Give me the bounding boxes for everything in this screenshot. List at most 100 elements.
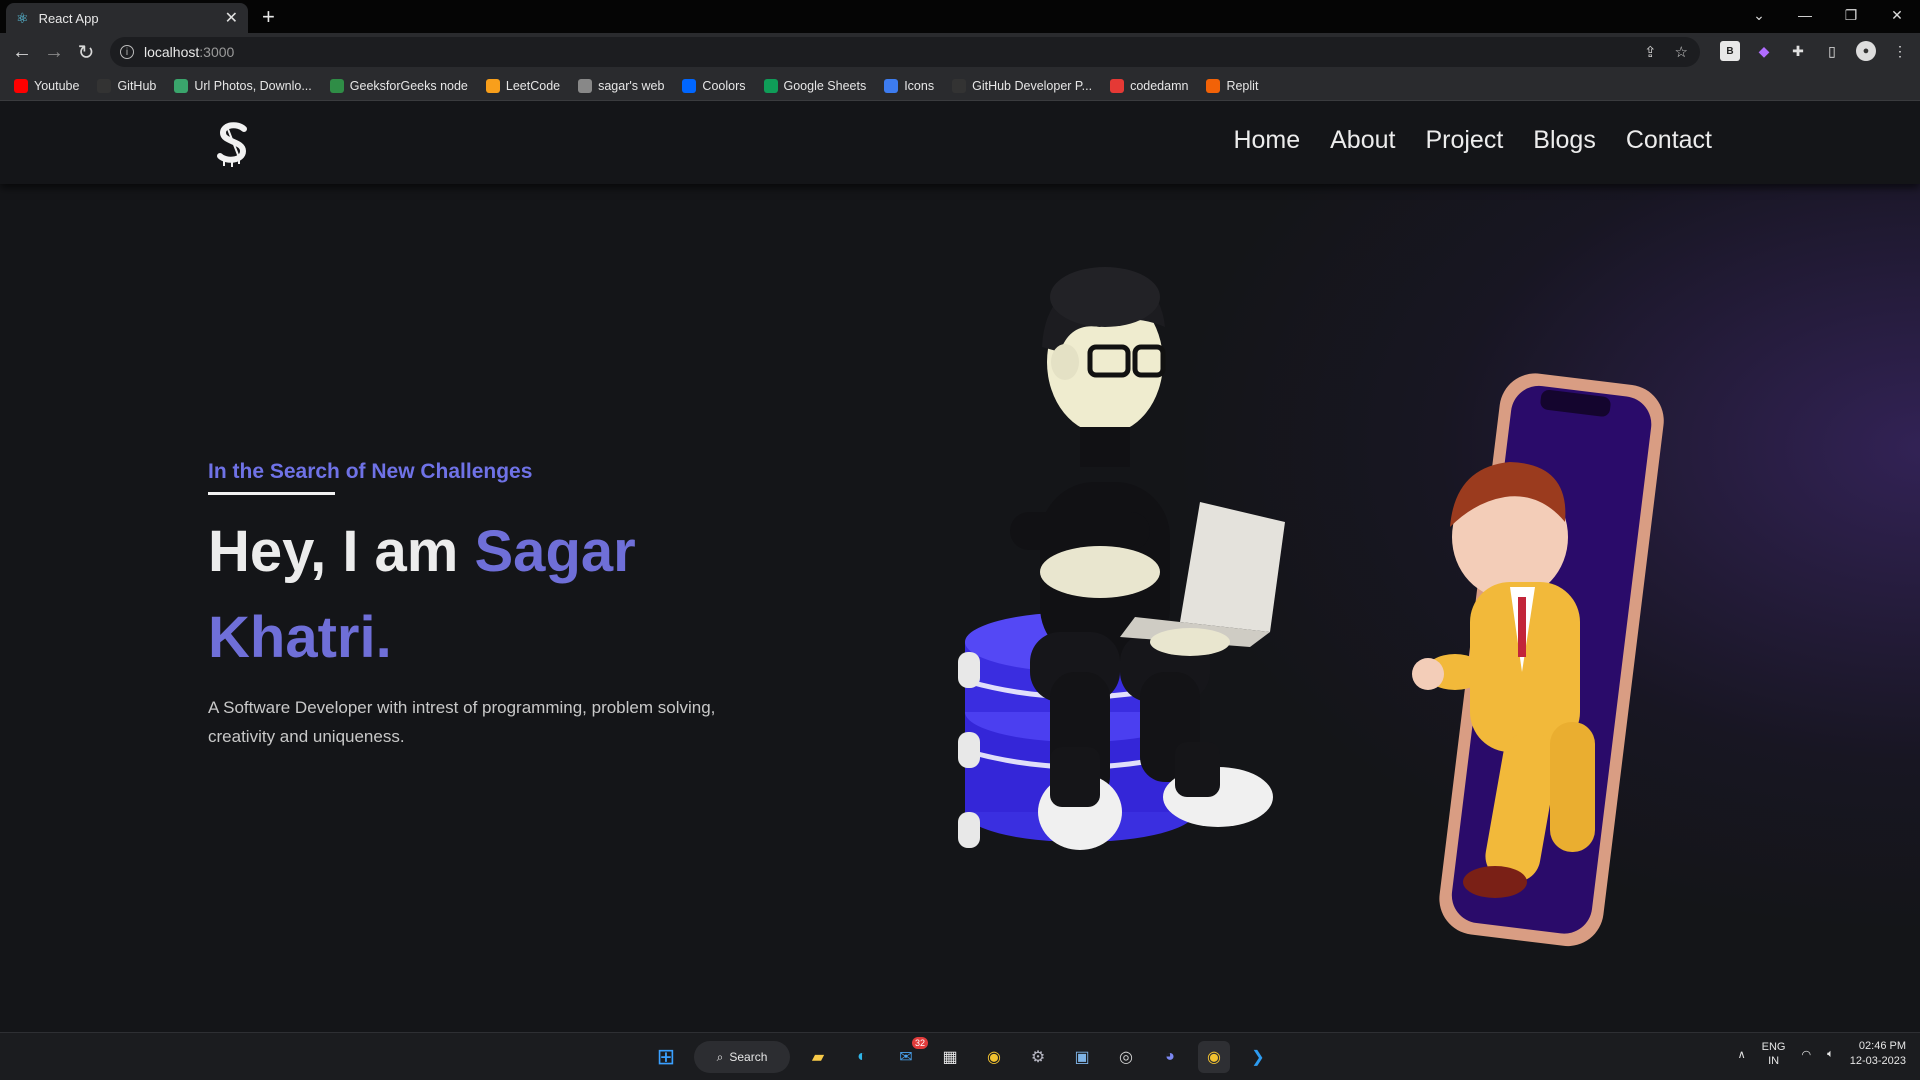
- coolors-icon: [682, 78, 697, 93]
- bookmark-label: Url Photos, Downlo...: [194, 78, 312, 93]
- gfg-icon: [329, 78, 344, 93]
- microsoft-store-icon[interactable]: ▦: [934, 1041, 966, 1073]
- sheets-icon: [763, 78, 778, 93]
- chrome-active-icon[interactable]: ◉: [1198, 1041, 1230, 1073]
- mail-icon[interactable]: ✉ 32: [890, 1037, 928, 1073]
- extension-gradient-icon[interactable]: ◆: [1754, 41, 1774, 61]
- browser-toolbar: ← → ↻ i localhost:3000 ⇪ ☆ B ◆ ✚ ▯ ● ⋮: [0, 33, 1920, 71]
- vscode-icon[interactable]: ❯: [1242, 1041, 1274, 1073]
- new-tab-icon[interactable]: +: [262, 4, 275, 30]
- address-bar[interactable]: i localhost:3000 ⇪ ☆: [110, 37, 1700, 67]
- bookmark-label: GitHub Developer P...: [972, 78, 1093, 93]
- nav-contact-link[interactable]: Contact: [1626, 126, 1712, 155]
- nav-about-link[interactable]: About: [1330, 126, 1395, 155]
- youtube-icon: [14, 78, 28, 93]
- nav-home-link[interactable]: Home: [1233, 126, 1300, 155]
- bookmark-label: Replit: [1226, 78, 1259, 93]
- hero-section: In the Search of New Challenges Hey, I a…: [208, 460, 828, 751]
- bookmark-label: GitHub: [117, 78, 157, 93]
- hero-tagline: In the Search of New Challenges: [208, 460, 533, 483]
- bookmark-item[interactable]: Coolors: [682, 78, 746, 93]
- taskbar-search-button[interactable]: ⌕ Search: [694, 1041, 790, 1073]
- window-controls: ⌄ — ❐ ✕: [1736, 0, 1920, 30]
- edge-browser-icon[interactable]: ◐: [846, 1041, 878, 1073]
- tray-overflow-chevron-icon[interactable]: ∧: [1738, 1048, 1746, 1061]
- bookmark-item[interactable]: sagar's web: [578, 78, 665, 93]
- main-nav: Home About Project Blogs Contact: [1233, 126, 1712, 155]
- site-info-icon[interactable]: i: [120, 45, 134, 59]
- file-explorer-icon[interactable]: ▰: [802, 1041, 834, 1073]
- flag-icon: [884, 78, 899, 93]
- mail-badge: 32: [911, 1037, 928, 1049]
- back-icon[interactable]: ←: [6, 41, 38, 64]
- site-header: Home About Project Blogs Contact: [0, 102, 1920, 184]
- minimize-icon[interactable]: —: [1782, 7, 1828, 23]
- extension-b-icon[interactable]: B: [1720, 41, 1740, 61]
- bookmark-label: LeetCode: [505, 78, 561, 93]
- bookmark-item[interactable]: GitHub: [97, 78, 157, 93]
- obs-icon[interactable]: ◎: [1110, 1041, 1142, 1073]
- bookmark-item[interactable]: LeetCode: [485, 78, 561, 93]
- url-port: :3000: [199, 44, 235, 60]
- clock-time: 02:46 PM: [1858, 1040, 1906, 1052]
- windows-taskbar: ⊞ ⌕ Search ▰ ◐ ✉ 32 ▦ ◉ ⚙ ▣ ◎ ◕ ◉ ❯ ∧ ENG…: [0, 1032, 1920, 1080]
- extension-icons: B ◆ ✚ ▯ ● ⋮: [1720, 41, 1910, 61]
- bookmark-item[interactable]: Google Sheets: [763, 78, 867, 93]
- share-icon[interactable]: ⇪: [1644, 43, 1657, 61]
- browser-tab[interactable]: ⚛ React App ✕: [6, 3, 248, 33]
- close-tab-icon[interactable]: ✕: [225, 8, 238, 28]
- bookmark-item[interactable]: Youtube: [14, 78, 80, 93]
- heading-prefix: Hey, I am: [208, 519, 475, 584]
- bookmark-label: sagar's web: [598, 78, 665, 93]
- bookmark-label: Google Sheets: [783, 78, 867, 93]
- tab-search-icon[interactable]: ⌄: [1736, 7, 1782, 24]
- chrome-icon[interactable]: ◉: [978, 1041, 1010, 1073]
- bookmark-item[interactable]: GitHub Developer P...: [952, 78, 1093, 93]
- search-icon: ⌕: [716, 1049, 724, 1064]
- leetcode-icon: [485, 78, 500, 93]
- bookmark-label: codedamn: [1130, 78, 1189, 93]
- bookmark-item[interactable]: GeeksforGeeks node: [329, 78, 468, 93]
- menu-kebab-icon[interactable]: ⋮: [1890, 41, 1910, 61]
- bookmark-item[interactable]: Replit: [1206, 78, 1259, 93]
- discord-icon[interactable]: ◕: [1154, 1041, 1186, 1073]
- reload-icon[interactable]: ↻: [70, 40, 102, 65]
- system-tray: ∧ ENG IN ◠ 🔈︎ 02:46 PM 12-03-2023: [1738, 1039, 1906, 1069]
- url-host: localhost: [144, 44, 200, 60]
- replit-icon: [1206, 78, 1221, 93]
- wifi-icon[interactable]: ◠: [1802, 1048, 1812, 1061]
- forward-icon[interactable]: →: [38, 41, 70, 64]
- bookmark-label: Coolors: [702, 78, 746, 93]
- profile-avatar-icon[interactable]: ●: [1856, 41, 1876, 61]
- settings-gear-icon[interactable]: ⚙: [1022, 1041, 1054, 1073]
- extensions-puzzle-icon[interactable]: ✚: [1788, 41, 1808, 61]
- close-window-icon[interactable]: ✕: [1874, 7, 1920, 24]
- tab-title: React App: [38, 10, 99, 26]
- bookmark-label: Youtube: [34, 78, 80, 93]
- language-indicator[interactable]: ENG IN: [1762, 1040, 1786, 1068]
- github-icon: [97, 78, 112, 93]
- site-logo-icon[interactable]: [212, 120, 254, 168]
- clock[interactable]: 02:46 PM 12-03-2023: [1850, 1039, 1906, 1069]
- bookmark-item[interactable]: codedamn: [1110, 78, 1189, 93]
- hero-heading: Hey, I am Sagar Khatri.: [208, 509, 828, 681]
- volume-icon[interactable]: 🔈︎: [1827, 1048, 1834, 1061]
- globe-icon: [578, 78, 593, 93]
- clock-date: 12-03-2023: [1849, 1055, 1906, 1067]
- photos-icon[interactable]: ▣: [1066, 1041, 1098, 1073]
- side-panel-icon[interactable]: ▯: [1822, 41, 1842, 61]
- hero-illustration: [958, 267, 1664, 947]
- bookmark-item[interactable]: Icons: [884, 78, 934, 93]
- bookmark-item[interactable]: Url Photos, Downlo...: [174, 78, 312, 93]
- nav-blogs-link[interactable]: Blogs: [1533, 126, 1596, 155]
- restore-icon[interactable]: ❐: [1828, 7, 1874, 24]
- react-icon: ⚛: [16, 9, 29, 26]
- codedamn-icon: [1110, 78, 1125, 93]
- bookmarks-bar: Youtube GitHub Url Photos, Downlo... Geeksf…: [0, 71, 1920, 101]
- website-viewport: Home About Project Blogs Contact In the …: [0, 102, 1920, 1032]
- language-line2: IN: [1768, 1055, 1780, 1067]
- github-icon: [952, 78, 967, 93]
- bookmark-star-icon[interactable]: ☆: [1675, 43, 1688, 61]
- windows-start-icon[interactable]: ⊞: [650, 1041, 682, 1073]
- nav-project-link[interactable]: Project: [1425, 126, 1503, 155]
